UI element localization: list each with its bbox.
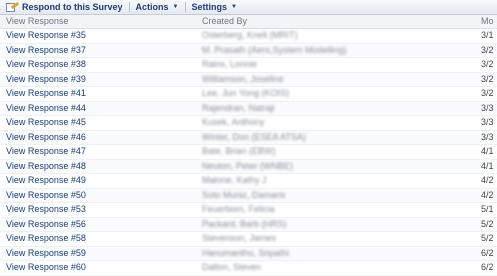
toolbar: Respond to this Survey Actions ▼ Setting… bbox=[0, 0, 497, 15]
created-by-cell: M. Prasath (Aero,System Modelling) bbox=[202, 44, 347, 55]
view-response-link[interactable]: View Response #53 bbox=[6, 203, 86, 216]
created-by-cell: Lee, Jun Yong (KOIS) bbox=[202, 88, 290, 98]
view-response-link[interactable]: View Response #39 bbox=[6, 73, 86, 86]
view-response-link[interactable]: View Response #46 bbox=[6, 131, 86, 144]
modified-cell: 5/1 bbox=[481, 204, 494, 214]
actions-menu[interactable]: Actions ▼ bbox=[130, 0, 185, 14]
table-row: View Response #48 Neuton, Peter (WNBE) 4/1 bbox=[0, 159, 497, 174]
modified-cell: 3/2 bbox=[481, 59, 494, 69]
respond-to-survey-button[interactable]: Respond to this Survey bbox=[0, 0, 129, 14]
column-header-modified[interactable]: Mo bbox=[481, 15, 494, 28]
created-by-cell: Packard, Barb (HRS) bbox=[202, 218, 287, 229]
respond-label: Respond to this Survey bbox=[22, 2, 123, 12]
modified-cell: 6/2 bbox=[481, 262, 494, 272]
table-row: View Response #41 Lee, Jun Yong (KOIS) 3/2 bbox=[0, 87, 497, 102]
modified-cell: 4/1 bbox=[481, 146, 494, 156]
view-response-link[interactable]: View Response #56 bbox=[6, 218, 86, 231]
view-response-link[interactable]: View Response #37 bbox=[6, 44, 86, 57]
modified-cell: 3/3 bbox=[481, 102, 494, 113]
created-by-cell: Stevenson, James bbox=[202, 233, 277, 243]
view-response-link[interactable]: View Response #48 bbox=[6, 160, 86, 173]
view-response-link[interactable]: View Response #58 bbox=[6, 232, 86, 245]
table-row: View Response #46 Winter, Don (ESEA ATSA)… bbox=[0, 130, 497, 145]
view-response-link[interactable]: View Response #38 bbox=[6, 58, 86, 71]
table-row: View Response #59 Hanumanthu, Sripathi 6/2 bbox=[0, 246, 497, 261]
table-row: View Response #44 Rajendran, Natraji 3/3 bbox=[0, 101, 497, 116]
created-by-cell: Hanumanthu, Sripathi bbox=[202, 247, 290, 258]
view-response-link[interactable]: View Response #49 bbox=[6, 174, 86, 187]
view-response-link[interactable]: View Response #45 bbox=[6, 116, 86, 129]
modified-cell: 5/2 bbox=[481, 218, 494, 229]
created-by-cell: Feuerborn, Felicia bbox=[202, 204, 275, 214]
modified-cell: 5/2 bbox=[481, 233, 494, 243]
modified-cell: 4/2 bbox=[481, 175, 494, 185]
created-by-cell: Williamson, Joseline bbox=[202, 73, 284, 84]
created-by-cell: Osterberg, Knell (MRIT) bbox=[202, 30, 298, 40]
created-by-cell: Dalton, Steven bbox=[202, 262, 262, 272]
response-list: View Response #35 Osterberg, Knell (MRIT)… bbox=[0, 29, 497, 276]
chevron-down-icon: ▼ bbox=[172, 4, 179, 10]
table-header: View Response Created By Mo bbox=[0, 15, 497, 29]
settings-label: Settings bbox=[191, 2, 228, 12]
created-by-cell: Winter, Don (ESEA ATSA) bbox=[202, 131, 306, 142]
created-by-cell: Rains, Lonnie bbox=[202, 59, 258, 69]
modified-cell: 3/1 bbox=[481, 30, 494, 40]
table-row: View Response #50 Soto Muniz, Damaris 4/2 bbox=[0, 188, 497, 203]
created-by-cell: Neuton, Peter (WNBE) bbox=[202, 160, 294, 171]
modified-cell: 4/1 bbox=[481, 160, 494, 171]
column-header-created-by[interactable]: Created By bbox=[202, 15, 247, 28]
table-row: View Response #38 Rains, Lonnie 3/2 bbox=[0, 58, 497, 73]
table-row: View Response #47 Bate, Brian (EBW) 4/1 bbox=[0, 145, 497, 160]
table-row: View Response #56 Packard, Barb (HRS) 5/2 bbox=[0, 217, 497, 232]
modified-cell: 4/2 bbox=[481, 189, 494, 200]
chevron-down-icon: ▼ bbox=[231, 4, 237, 10]
table-row: View Response #49 Malone, Kathy J 4/2 bbox=[0, 174, 497, 189]
view-response-link[interactable]: View Response #60 bbox=[6, 261, 86, 274]
view-response-link[interactable]: View Response #41 bbox=[6, 87, 86, 100]
created-by-cell: Kusek, Anthony bbox=[202, 117, 265, 127]
created-by-cell: Soto Muniz, Damaris bbox=[202, 189, 286, 200]
view-response-link[interactable]: View Response #47 bbox=[6, 145, 86, 158]
view-response-link[interactable]: View Response #50 bbox=[6, 189, 86, 202]
table-row: View Response #35 Osterberg, Knell (MRIT)… bbox=[0, 29, 497, 44]
modified-cell: 6/2 bbox=[481, 247, 494, 258]
table-row: View Response #58 Stevenson, James 5/2 bbox=[0, 232, 497, 247]
table-row: View Response #45 Kusek, Anthony 3/3 bbox=[0, 116, 497, 131]
view-response-link[interactable]: View Response #44 bbox=[6, 102, 86, 115]
settings-menu[interactable]: Settings ▼ bbox=[186, 0, 243, 14]
created-by-cell: Rajendran, Natraji bbox=[202, 102, 275, 113]
modified-cell: 3/2 bbox=[481, 73, 494, 84]
view-response-link[interactable]: View Response #35 bbox=[6, 29, 86, 42]
respond-survey-icon bbox=[6, 1, 20, 12]
modified-cell: 3/2 bbox=[481, 44, 494, 55]
column-header-view-response[interactable]: View Response bbox=[6, 15, 68, 28]
table-row: View Response #53 Feuerborn, Felicia 5/1 bbox=[0, 203, 497, 218]
actions-label: Actions bbox=[135, 2, 169, 12]
created-by-cell: Malone, Kathy J bbox=[202, 175, 267, 185]
table-row: View Response #60 Dalton, Steven 6/2 bbox=[0, 261, 497, 276]
modified-cell: 3/2 bbox=[481, 88, 494, 98]
modified-cell: 3/3 bbox=[481, 117, 494, 127]
view-response-link[interactable]: View Response #59 bbox=[6, 247, 86, 260]
modified-cell: 3/3 bbox=[481, 131, 494, 142]
table-row: View Response #37 M. Prasath (Aero,System… bbox=[0, 43, 497, 58]
created-by-cell: Bate, Brian (EBW) bbox=[202, 146, 276, 156]
table-row: View Response #39 Williamson, Joseline 3/2 bbox=[0, 72, 497, 87]
